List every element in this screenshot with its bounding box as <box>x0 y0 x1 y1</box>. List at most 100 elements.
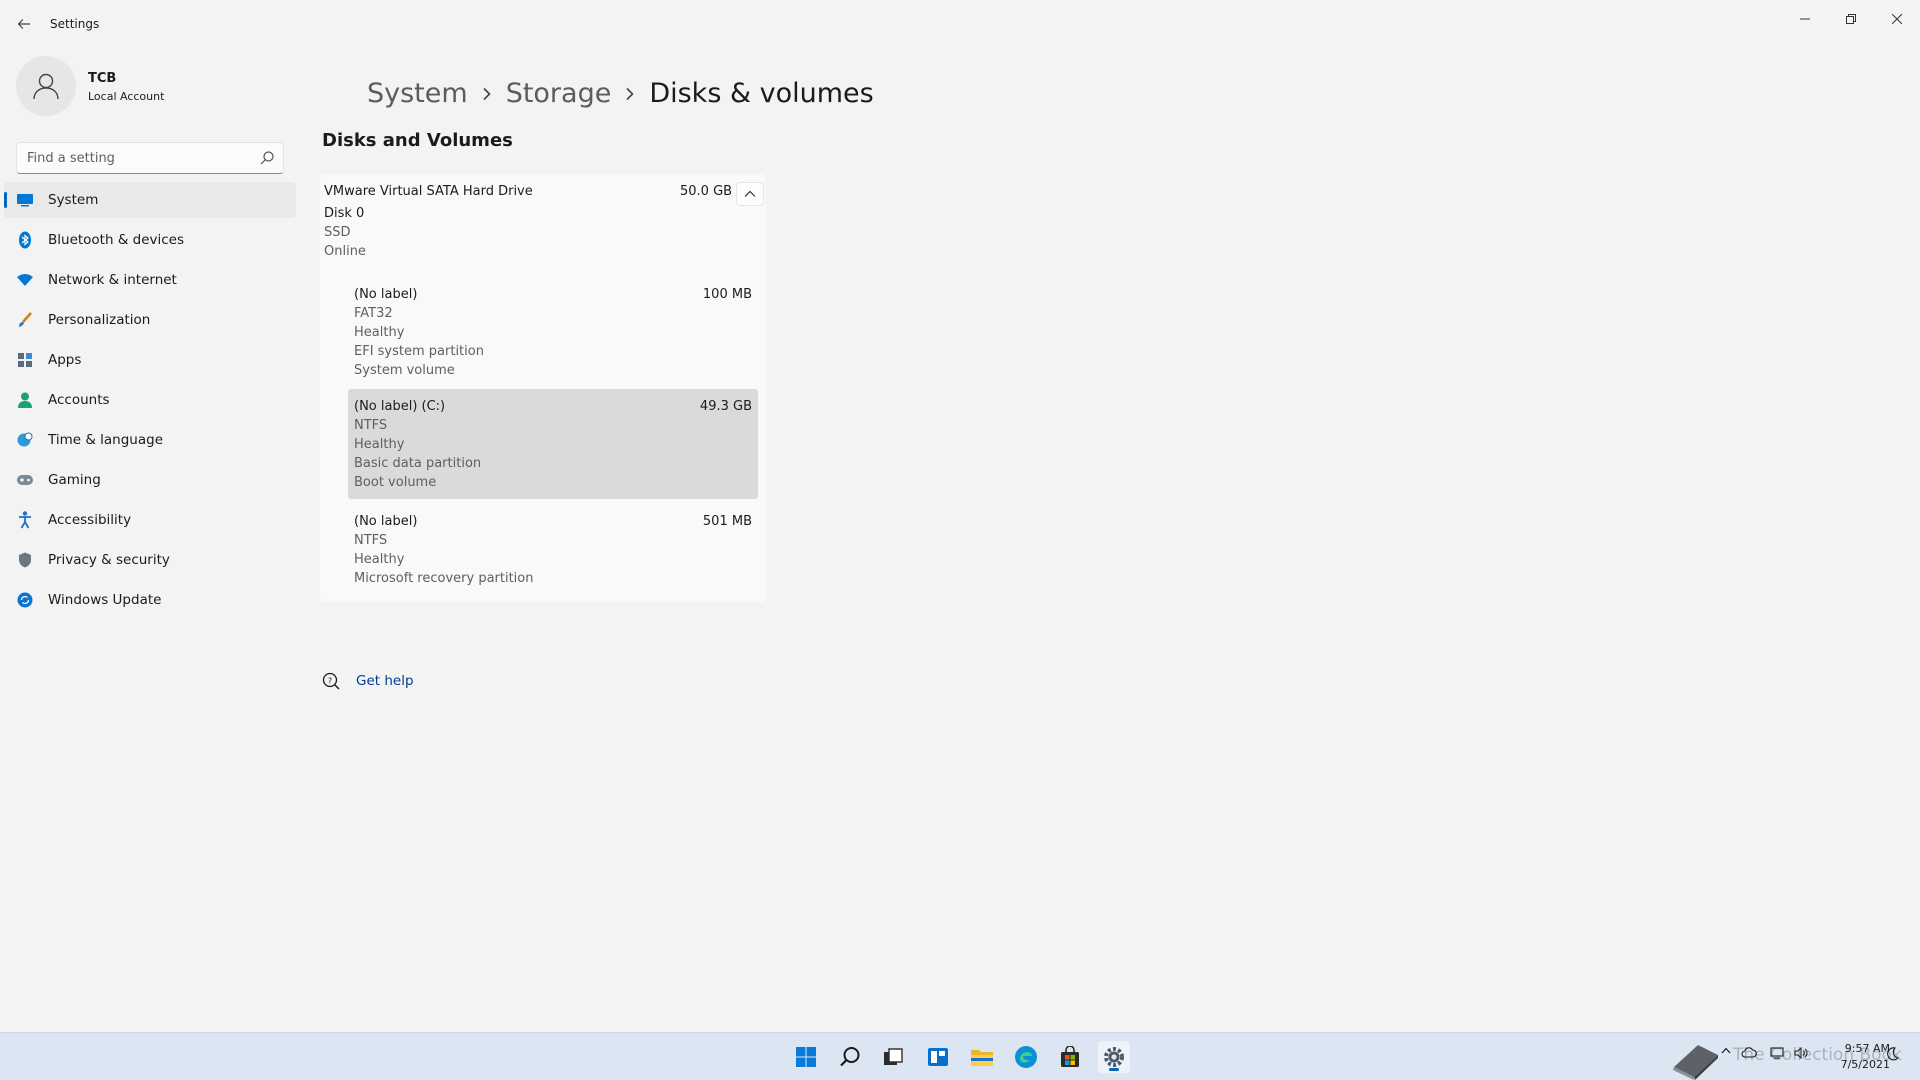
sidebar-item-accessibility[interactable]: Accessibility <box>4 502 296 538</box>
settings-taskbar-button[interactable] <box>1098 1041 1130 1073</box>
sidebar-item-system[interactable]: System <box>4 182 296 218</box>
search-box[interactable] <box>16 142 284 174</box>
sidebar-item-label: Gaming <box>48 472 101 488</box>
volume-filesystem: NTFS <box>354 418 388 433</box>
search-icon[interactable] <box>259 150 275 166</box>
settings-icon <box>1104 1047 1124 1067</box>
system-icon <box>16 191 34 209</box>
sidebar-item-label: Accessibility <box>48 512 132 528</box>
volume-item[interactable]: (No label) 501 MB NTFS Healthy Microsoft… <box>348 504 758 596</box>
taskbar-clock[interactable]: 9:57 AM 7/5/2021 <box>1828 1041 1890 1073</box>
gamepad-icon <box>16 471 34 489</box>
sidebar-item-network[interactable]: Network & internet <box>4 262 296 298</box>
sidebar-item-personalization[interactable]: Personalization <box>4 302 296 338</box>
sidebar-item-accounts[interactable]: Accounts <box>4 382 296 418</box>
volume-item[interactable]: (No label) (C:) 49.3 GB NTFS Healthy Bas… <box>348 389 758 499</box>
volume-role: Boot volume <box>354 475 437 490</box>
page-title: Disks & volumes <box>649 78 874 109</box>
sidebar-nav: System Bluetooth & devices Network & int… <box>4 182 296 622</box>
help-icon: ? <box>322 672 340 690</box>
volume-item[interactable]: (No label) 100 MB FAT32 Healthy EFI syst… <box>348 277 758 387</box>
widgets-icon <box>928 1048 948 1066</box>
volume-health: Healthy <box>354 552 405 567</box>
volume-label: (No label) (C:) <box>354 399 446 414</box>
close-icon <box>1892 14 1902 24</box>
taskbar: The Collection Book 9:57 AM 7/5/2021 <box>0 1032 1920 1080</box>
volume-label: (No label) <box>354 514 418 529</box>
task-view-icon <box>884 1048 903 1065</box>
volume-label: (No label) <box>354 287 418 302</box>
person-icon <box>16 391 34 409</box>
minimize-icon <box>1800 18 1810 20</box>
search-input[interactable] <box>27 143 247 173</box>
disk-status: Online <box>324 244 366 259</box>
active-app-indicator <box>1109 1068 1119 1071</box>
volume-filesystem: FAT32 <box>354 306 393 321</box>
sidebar-item-apps[interactable]: Apps <box>4 342 296 378</box>
disk-media: SSD <box>324 225 351 240</box>
onedrive-button[interactable] <box>1740 1047 1758 1058</box>
breadcrumb-storage[interactable]: Storage <box>506 78 612 109</box>
clock-time: 9:57 AM <box>1844 1042 1890 1055</box>
back-button[interactable] <box>12 12 36 36</box>
disk-size: 50.0 GB <box>680 184 733 199</box>
book-logo-icon <box>1673 1045 1718 1080</box>
volume-partition-type: EFI system partition <box>354 344 484 359</box>
moon-icon <box>1887 1047 1899 1061</box>
show-hidden-icons-button[interactable] <box>1720 1047 1732 1054</box>
close-button[interactable] <box>1874 4 1920 34</box>
start-icon <box>796 1047 816 1067</box>
chevron-right-icon <box>482 87 492 101</box>
sidebar-item-label: Time & language <box>48 432 164 448</box>
disk-card: VMware Virtual SATA Hard Drive 50.0 GB D… <box>320 174 766 602</box>
speaker-icon <box>1794 1047 1808 1059</box>
volume-role: System volume <box>354 363 455 378</box>
section-title: Disks and Volumes <box>322 130 513 151</box>
volume-partition-type: Basic data partition <box>354 456 482 471</box>
back-arrow-icon <box>17 19 30 29</box>
breadcrumb-system[interactable]: System <box>367 78 468 109</box>
sidebar-item-windows-update[interactable]: Windows Update <box>4 582 296 618</box>
task-view-button[interactable] <box>877 1041 909 1073</box>
sidebar-item-time-language[interactable]: Time & language <box>4 422 296 458</box>
focus-assist-button[interactable] <box>1884 1047 1902 1061</box>
sidebar-item-bluetooth-devices[interactable]: Bluetooth & devices <box>4 222 296 258</box>
edge-button[interactable] <box>1010 1041 1042 1073</box>
sidebar-item-privacy-security[interactable]: Privacy & security <box>4 542 296 578</box>
app-title: Settings <box>50 17 100 31</box>
network-icon <box>1770 1047 1784 1059</box>
widgets-button[interactable] <box>922 1041 954 1073</box>
disk-number: Disk 0 <box>324 206 365 221</box>
chevron-right-icon <box>625 87 635 101</box>
minimize-button[interactable] <box>1782 4 1828 34</box>
bluetooth-icon <box>16 231 34 249</box>
volume-filesystem: NTFS <box>354 533 388 548</box>
shield-icon <box>16 551 34 569</box>
sidebar-item-label: Network & internet <box>48 272 177 288</box>
title-bar: Settings <box>0 0 1920 48</box>
taskbar-search-button[interactable] <box>834 1041 866 1073</box>
restore-button[interactable] <box>1828 4 1874 34</box>
apps-icon <box>16 351 34 369</box>
volume-size: 100 MB <box>702 287 752 302</box>
volume-tray-button[interactable] <box>1792 1047 1810 1059</box>
file-explorer-icon <box>971 1050 993 1066</box>
chevron-up-icon <box>1721 1047 1731 1054</box>
sidebar-item-gaming[interactable]: Gaming <box>4 462 296 498</box>
start-button[interactable] <box>790 1041 822 1073</box>
globe-clock-icon <box>16 431 34 449</box>
collapse-button[interactable] <box>736 182 764 206</box>
network-tray-button[interactable] <box>1768 1047 1786 1059</box>
store-button[interactable] <box>1054 1041 1086 1073</box>
sidebar-item-label: Privacy & security <box>48 552 170 568</box>
file-explorer-button[interactable] <box>966 1041 998 1073</box>
volume-health: Healthy <box>354 325 405 340</box>
avatar[interactable] <box>16 56 76 116</box>
user-name: TCB <box>88 71 117 86</box>
store-icon <box>1061 1046 1079 1067</box>
restore-icon <box>1846 14 1856 24</box>
sidebar-item-label: Personalization <box>48 312 151 328</box>
clock-date: 7/5/2021 <box>1840 1058 1890 1071</box>
sidebar-item-label: Windows Update <box>48 592 162 608</box>
get-help-link[interactable]: Get help <box>356 673 414 689</box>
